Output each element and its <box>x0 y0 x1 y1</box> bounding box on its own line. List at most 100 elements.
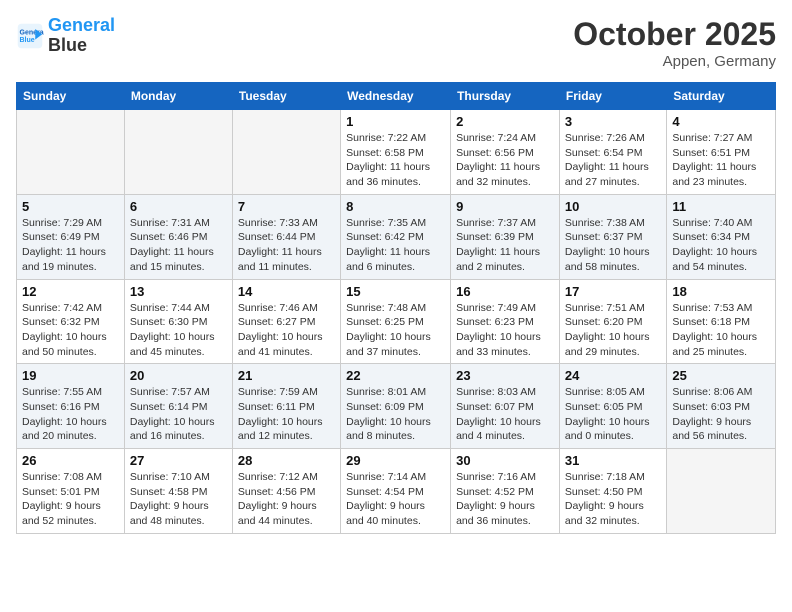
title-block: October 2025 Appen, Germany <box>573 16 776 70</box>
svg-text:Blue: Blue <box>20 37 35 44</box>
day-number: 5 <box>22 199 119 214</box>
day-number: 19 <box>22 368 119 383</box>
calendar-cell: 15 Sunrise: 7:48 AM Sunset: 6:25 PM Dayli… <box>341 279 451 364</box>
day-info: Sunrise: 7:53 AM Sunset: 6:18 PM Dayligh… <box>672 301 770 360</box>
calendar-cell: 22 Sunrise: 8:01 AM Sunset: 6:09 PM Dayli… <box>341 364 451 449</box>
day-info: Sunrise: 7:12 AM Sunset: 4:56 PM Dayligh… <box>238 470 335 529</box>
calendar-cell: 12 Sunrise: 7:42 AM Sunset: 6:32 PM Dayli… <box>17 279 125 364</box>
calendar-cell <box>232 110 340 195</box>
day-info: Sunrise: 7:22 AM Sunset: 6:58 PM Dayligh… <box>346 131 445 190</box>
day-number: 15 <box>346 284 445 299</box>
day-number: 28 <box>238 453 335 468</box>
column-header-saturday: Saturday <box>667 83 776 110</box>
day-info: Sunrise: 7:49 AM Sunset: 6:23 PM Dayligh… <box>456 301 554 360</box>
day-number: 7 <box>238 199 335 214</box>
day-info: Sunrise: 7:55 AM Sunset: 6:16 PM Dayligh… <box>22 385 119 444</box>
logo-name: GeneralBlue <box>48 16 115 56</box>
calendar-cell: 21 Sunrise: 7:59 AM Sunset: 6:11 PM Dayli… <box>232 364 340 449</box>
logo-icon: General Blue <box>16 22 44 50</box>
day-number: 26 <box>22 453 119 468</box>
day-info: Sunrise: 7:46 AM Sunset: 6:27 PM Dayligh… <box>238 301 335 360</box>
calendar-cell: 7 Sunrise: 7:33 AM Sunset: 6:44 PM Daylig… <box>232 194 340 279</box>
calendar-cell: 28 Sunrise: 7:12 AM Sunset: 4:56 PM Dayli… <box>232 449 340 534</box>
calendar-week-4: 19 Sunrise: 7:55 AM Sunset: 6:16 PM Dayli… <box>17 364 776 449</box>
column-header-tuesday: Tuesday <box>232 83 340 110</box>
day-info: Sunrise: 7:14 AM Sunset: 4:54 PM Dayligh… <box>346 470 445 529</box>
day-info: Sunrise: 8:01 AM Sunset: 6:09 PM Dayligh… <box>346 385 445 444</box>
calendar-cell: 10 Sunrise: 7:38 AM Sunset: 6:37 PM Dayli… <box>559 194 666 279</box>
day-info: Sunrise: 8:05 AM Sunset: 6:05 PM Dayligh… <box>565 385 661 444</box>
day-info: Sunrise: 7:57 AM Sunset: 6:14 PM Dayligh… <box>130 385 227 444</box>
day-info: Sunrise: 7:18 AM Sunset: 4:50 PM Dayligh… <box>565 470 661 529</box>
day-info: Sunrise: 7:40 AM Sunset: 6:34 PM Dayligh… <box>672 216 770 275</box>
calendar-cell: 24 Sunrise: 8:05 AM Sunset: 6:05 PM Dayli… <box>559 364 666 449</box>
day-number: 8 <box>346 199 445 214</box>
calendar-cell: 26 Sunrise: 7:08 AM Sunset: 5:01 PM Dayli… <box>17 449 125 534</box>
calendar-cell: 16Sunrise: 7:49 AM Sunset: 6:23 PM Dayli… <box>451 279 560 364</box>
day-number: 9 <box>456 199 554 214</box>
day-number: 12 <box>22 284 119 299</box>
calendar-cell: 3Sunrise: 7:26 AM Sunset: 6:54 PM Daylig… <box>559 110 666 195</box>
day-number: 2 <box>456 114 554 129</box>
calendar-cell: 17Sunrise: 7:51 AM Sunset: 6:20 PM Dayli… <box>559 279 666 364</box>
calendar-cell: 1 Sunrise: 7:22 AM Sunset: 6:58 PM Daylig… <box>341 110 451 195</box>
day-info: Sunrise: 8:03 AM Sunset: 6:07 PM Dayligh… <box>456 385 554 444</box>
column-header-friday: Friday <box>559 83 666 110</box>
day-number: 20 <box>130 368 227 383</box>
calendar-title: October 2025 <box>573 16 776 53</box>
day-number: 18 <box>672 284 770 299</box>
calendar-cell: 31 Sunrise: 7:18 AM Sunset: 4:50 PM Dayli… <box>559 449 666 534</box>
day-info: Sunrise: 7:42 AM Sunset: 6:32 PM Dayligh… <box>22 301 119 360</box>
calendar-cell: 27Sunrise: 7:10 AM Sunset: 4:58 PM Dayli… <box>124 449 232 534</box>
calendar-cell: 20 Sunrise: 7:57 AM Sunset: 6:14 PM Dayli… <box>124 364 232 449</box>
day-number: 6 <box>130 199 227 214</box>
calendar-cell: 14 Sunrise: 7:46 AM Sunset: 6:27 PM Dayli… <box>232 279 340 364</box>
column-header-wednesday: Wednesday <box>341 83 451 110</box>
calendar-cell: 13Sunrise: 7:44 AM Sunset: 6:30 PM Dayli… <box>124 279 232 364</box>
calendar-cell: 19 Sunrise: 7:55 AM Sunset: 6:16 PM Dayli… <box>17 364 125 449</box>
day-info: Sunrise: 7:37 AM Sunset: 6:39 PM Dayligh… <box>456 216 554 275</box>
day-number: 22 <box>346 368 445 383</box>
day-number: 13 <box>130 284 227 299</box>
calendar-week-5: 26 Sunrise: 7:08 AM Sunset: 5:01 PM Dayli… <box>17 449 776 534</box>
day-number: 10 <box>565 199 661 214</box>
column-header-thursday: Thursday <box>451 83 560 110</box>
day-number: 29 <box>346 453 445 468</box>
calendar-cell: 5 Sunrise: 7:29 AM Sunset: 6:49 PM Daylig… <box>17 194 125 279</box>
day-number: 21 <box>238 368 335 383</box>
day-info: Sunrise: 7:59 AM Sunset: 6:11 PM Dayligh… <box>238 385 335 444</box>
day-info: Sunrise: 7:33 AM Sunset: 6:44 PM Dayligh… <box>238 216 335 275</box>
day-number: 11 <box>672 199 770 214</box>
day-number: 1 <box>346 114 445 129</box>
calendar-cell: 2Sunrise: 7:24 AM Sunset: 6:56 PM Daylig… <box>451 110 560 195</box>
calendar-cell: 29 Sunrise: 7:14 AM Sunset: 4:54 PM Dayli… <box>341 449 451 534</box>
calendar-cell: 6 Sunrise: 7:31 AM Sunset: 6:46 PM Daylig… <box>124 194 232 279</box>
calendar-cell <box>17 110 125 195</box>
calendar-table: SundayMondayTuesdayWednesdayThursdayFrid… <box>16 82 776 534</box>
day-number: 17 <box>565 284 661 299</box>
calendar-week-2: 5 Sunrise: 7:29 AM Sunset: 6:49 PM Daylig… <box>17 194 776 279</box>
calendar-cell: 18 Sunrise: 7:53 AM Sunset: 6:18 PM Dayli… <box>667 279 776 364</box>
day-info: Sunrise: 7:29 AM Sunset: 6:49 PM Dayligh… <box>22 216 119 275</box>
day-number: 4 <box>672 114 770 129</box>
column-header-monday: Monday <box>124 83 232 110</box>
day-number: 27 <box>130 453 227 468</box>
day-number: 24 <box>565 368 661 383</box>
calendar-week-1: 1 Sunrise: 7:22 AM Sunset: 6:58 PM Daylig… <box>17 110 776 195</box>
column-header-sunday: Sunday <box>17 83 125 110</box>
calendar-cell: 23Sunrise: 8:03 AM Sunset: 6:07 PM Dayli… <box>451 364 560 449</box>
day-number: 31 <box>565 453 661 468</box>
calendar-cell: 11 Sunrise: 7:40 AM Sunset: 6:34 PM Dayli… <box>667 194 776 279</box>
calendar-cell: 25 Sunrise: 8:06 AM Sunset: 6:03 PM Dayli… <box>667 364 776 449</box>
day-number: 25 <box>672 368 770 383</box>
day-info: Sunrise: 7:08 AM Sunset: 5:01 PM Dayligh… <box>22 470 119 529</box>
day-number: 14 <box>238 284 335 299</box>
calendar-cell <box>124 110 232 195</box>
day-info: Sunrise: 8:06 AM Sunset: 6:03 PM Dayligh… <box>672 385 770 444</box>
day-info: Sunrise: 7:27 AM Sunset: 6:51 PM Dayligh… <box>672 131 770 190</box>
calendar-cell <box>667 449 776 534</box>
calendar-cell: 4 Sunrise: 7:27 AM Sunset: 6:51 PM Daylig… <box>667 110 776 195</box>
day-info: Sunrise: 7:48 AM Sunset: 6:25 PM Dayligh… <box>346 301 445 360</box>
day-info: Sunrise: 7:38 AM Sunset: 6:37 PM Dayligh… <box>565 216 661 275</box>
day-info: Sunrise: 7:31 AM Sunset: 6:46 PM Dayligh… <box>130 216 227 275</box>
